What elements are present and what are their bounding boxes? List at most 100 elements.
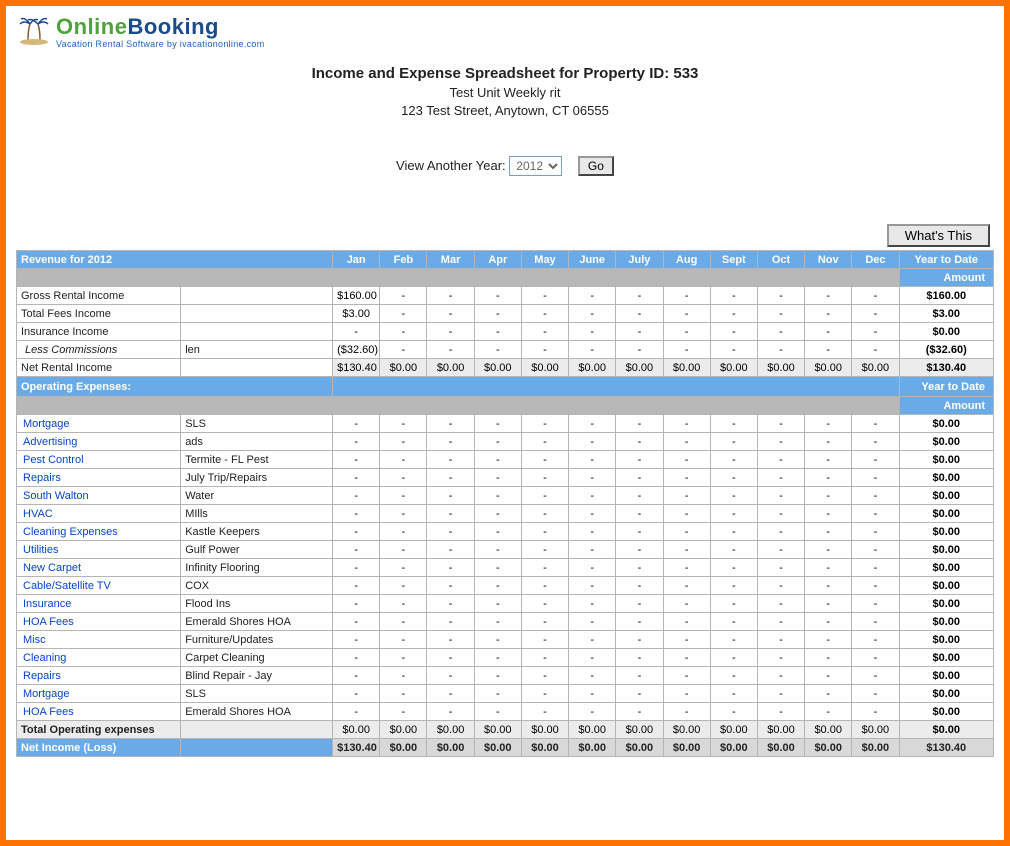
- cell: -: [569, 341, 616, 359]
- cell: -: [805, 523, 852, 541]
- cell: -: [333, 595, 380, 613]
- cell: -: [757, 577, 804, 595]
- table-row: Cleaning ExpensesKastle Keepers---------…: [17, 523, 994, 541]
- row-label[interactable]: Repairs: [17, 469, 181, 487]
- cell: $0.00: [521, 721, 568, 739]
- cell: -: [805, 595, 852, 613]
- month-header: Dec: [852, 251, 899, 269]
- cell: -: [852, 469, 899, 487]
- row-label[interactable]: Mortgage: [17, 415, 181, 433]
- cell: $0.00: [333, 721, 380, 739]
- row-label[interactable]: Cleaning: [17, 649, 181, 667]
- cell: -: [521, 685, 568, 703]
- cell: -: [569, 415, 616, 433]
- cell: -: [427, 631, 474, 649]
- cell: $0.00: [521, 359, 568, 377]
- row-desc: Emerald Shores HOA: [181, 703, 333, 721]
- cell: -: [427, 469, 474, 487]
- cell: -: [757, 523, 804, 541]
- cell: $0.00: [569, 359, 616, 377]
- cell: -: [474, 323, 521, 341]
- cell: -: [852, 703, 899, 721]
- month-header: Sept: [710, 251, 757, 269]
- cell: -: [757, 505, 804, 523]
- row-desc: [181, 359, 333, 377]
- table-row: Net Income (Loss)$130.40$0.00$0.00$0.00$…: [17, 739, 994, 757]
- palm-icon: [18, 16, 52, 46]
- month-header: Feb: [380, 251, 427, 269]
- row-desc: Termite - FL Pest: [181, 451, 333, 469]
- ytd-cell: $0.00: [899, 649, 993, 667]
- row-label[interactable]: Repairs: [17, 667, 181, 685]
- cell: -: [805, 323, 852, 341]
- cell: $0.00: [474, 721, 521, 739]
- row-desc: Carpet Cleaning: [181, 649, 333, 667]
- cell: -: [333, 415, 380, 433]
- logo-title: OnlineBooking: [56, 16, 265, 38]
- cell: -: [380, 631, 427, 649]
- row-label[interactable]: HOA Fees: [17, 613, 181, 631]
- cell: -: [569, 469, 616, 487]
- row-label[interactable]: New Carpet: [17, 559, 181, 577]
- cell: -: [663, 433, 710, 451]
- cell: -: [521, 577, 568, 595]
- cell: -: [757, 415, 804, 433]
- cell: -: [757, 595, 804, 613]
- cell: -: [805, 649, 852, 667]
- row-desc: Gulf Power: [181, 541, 333, 559]
- cell: -: [569, 541, 616, 559]
- row-label[interactable]: Insurance: [17, 595, 181, 613]
- table-row: Gross Rental Income$160.00-----------$16…: [17, 287, 994, 305]
- cell: $0.00: [616, 721, 663, 739]
- revenue-header-row: Revenue for 2012 Jan Feb Mar Apr May Jun…: [17, 251, 994, 269]
- cell: -: [333, 541, 380, 559]
- cell: -: [852, 323, 899, 341]
- ytd-cell: $0.00: [899, 451, 993, 469]
- cell: -: [710, 541, 757, 559]
- row-label[interactable]: Mortgage: [17, 685, 181, 703]
- cell: -: [380, 287, 427, 305]
- year-select[interactable]: 2012: [509, 156, 562, 176]
- row-label: Insurance Income: [17, 323, 181, 341]
- row-label[interactable]: Utilities: [17, 541, 181, 559]
- row-label[interactable]: South Walton: [17, 487, 181, 505]
- cell: -: [333, 685, 380, 703]
- ytd-cell: $0.00: [899, 559, 993, 577]
- row-label[interactable]: HOA Fees: [17, 703, 181, 721]
- ytd-header: Year to Date: [899, 251, 993, 269]
- cell: $0.00: [852, 359, 899, 377]
- cell: $0.00: [757, 359, 804, 377]
- cell: -: [757, 649, 804, 667]
- cell: -: [333, 433, 380, 451]
- row-label: Total Fees Income: [17, 305, 181, 323]
- cell: -: [852, 577, 899, 595]
- cell: -: [333, 451, 380, 469]
- cell: -: [663, 577, 710, 595]
- page-title: Income and Expense Spreadsheet for Prope…: [16, 65, 994, 82]
- row-label[interactable]: Cleaning Expenses: [17, 523, 181, 541]
- row-label[interactable]: HVAC: [17, 505, 181, 523]
- cell: -: [521, 667, 568, 685]
- cell: -: [380, 703, 427, 721]
- row-label[interactable]: Advertising: [17, 433, 181, 451]
- cell: -: [757, 341, 804, 359]
- go-button[interactable]: Go: [578, 156, 614, 176]
- cell: -: [333, 667, 380, 685]
- ytd-cell: $130.40: [899, 359, 993, 377]
- cell: -: [569, 649, 616, 667]
- cell: -: [569, 667, 616, 685]
- month-header: Aug: [663, 251, 710, 269]
- whats-this-button[interactable]: What's This: [887, 224, 990, 247]
- row-label[interactable]: Pest Control: [17, 451, 181, 469]
- table-row: MortgageSLS------------$0.00: [17, 415, 994, 433]
- table-row: Cable/Satellite TVCOX------------$0.00: [17, 577, 994, 595]
- row-label[interactable]: Misc: [17, 631, 181, 649]
- cell: -: [616, 415, 663, 433]
- row-label[interactable]: Cable/Satellite TV: [17, 577, 181, 595]
- cell: -: [663, 595, 710, 613]
- cell: -: [427, 287, 474, 305]
- ytd-cell: $0.00: [899, 685, 993, 703]
- cell: -: [663, 631, 710, 649]
- ytd-cell: ($32.60): [899, 341, 993, 359]
- cell: -: [474, 577, 521, 595]
